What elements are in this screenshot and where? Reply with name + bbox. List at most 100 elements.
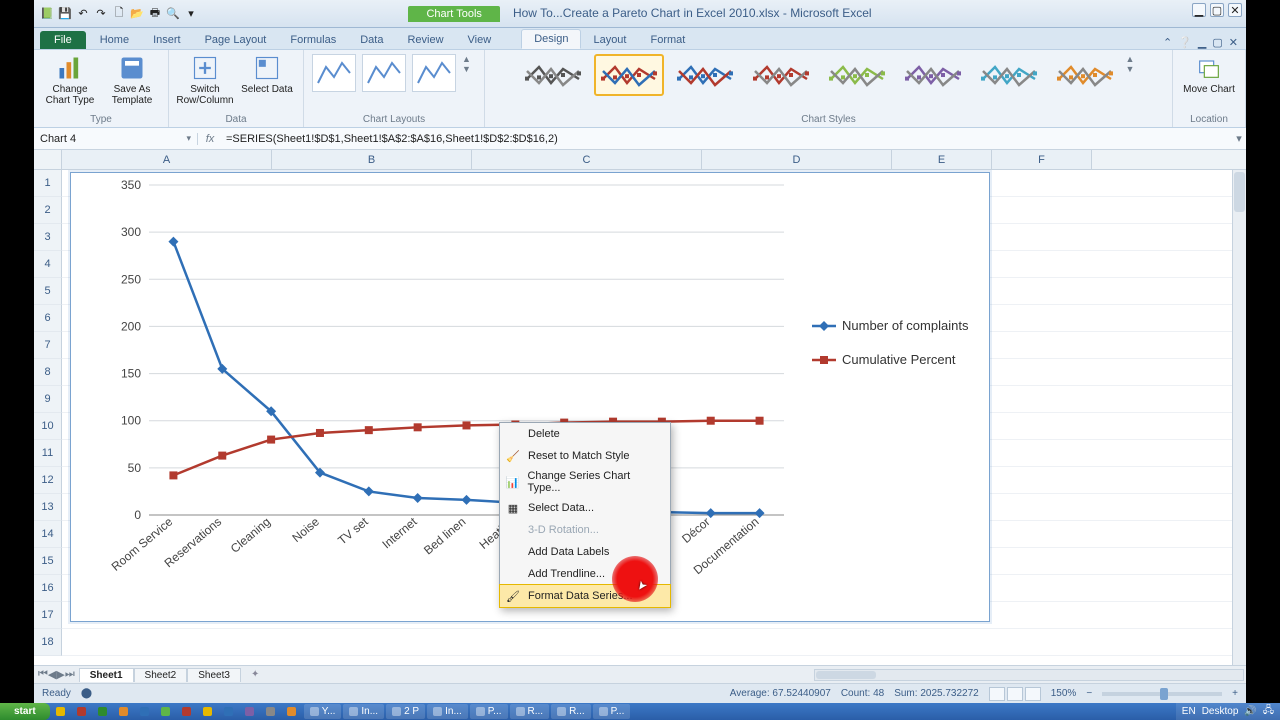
taskbar-app-button[interactable]: R...	[551, 704, 591, 719]
tab-insert[interactable]: Insert	[141, 31, 193, 49]
save-as-template-button[interactable]: Save As Template	[104, 54, 160, 106]
row-header[interactable]: 17	[34, 602, 62, 629]
zoom-level[interactable]: 150%	[1051, 688, 1077, 699]
column-header-c[interactable]: C	[472, 150, 702, 169]
tab-home[interactable]: Home	[88, 31, 141, 49]
row-header[interactable]: 8	[34, 359, 62, 386]
taskbar-app-button[interactable]: In...	[427, 704, 468, 719]
menu-add-data-labels[interactable]: Add Data Labels	[500, 541, 670, 563]
column-header-f[interactable]: F	[992, 150, 1092, 169]
name-box[interactable]: Chart 4 ▾	[34, 133, 198, 145]
taskbar-app-button[interactable]: P...	[470, 704, 508, 719]
formula-expand-icon[interactable]: ▾	[1232, 132, 1246, 145]
minimize-icon[interactable]: ▁	[1192, 3, 1206, 17]
tray-lang[interactable]: EN	[1182, 706, 1196, 717]
window-controls-max-icon[interactable]: ▢	[1212, 36, 1222, 49]
name-box-dropdown-icon[interactable]: ▾	[186, 133, 191, 144]
column-header-d[interactable]: D	[702, 150, 892, 169]
quicklaunch-item[interactable]	[71, 704, 92, 719]
row-header[interactable]: 15	[34, 548, 62, 575]
chart-style-option[interactable]	[670, 54, 740, 96]
row-header[interactable]: 7	[34, 332, 62, 359]
row-header[interactable]: 3	[34, 224, 62, 251]
sheet-nav-prev-icon[interactable]: ◀	[48, 668, 56, 681]
chart-layout-option[interactable]	[412, 54, 456, 92]
chart-style-option[interactable]	[746, 54, 816, 96]
tray-desktop[interactable]: Desktop	[1202, 706, 1239, 717]
restore-icon[interactable]: ▢	[1210, 3, 1224, 17]
tray-network-icon[interactable]: 🖧	[1263, 703, 1274, 720]
chart-style-option[interactable]	[518, 54, 588, 96]
column-header-a[interactable]: A	[62, 150, 272, 169]
sheet-nav-last-icon[interactable]: ⏭	[65, 668, 75, 681]
chart-style-option[interactable]	[898, 54, 968, 96]
row-header[interactable]: 6	[34, 305, 62, 332]
chart-style-option[interactable]	[822, 54, 892, 96]
tab-design[interactable]: Design	[521, 29, 581, 49]
sheet-nav-next-icon[interactable]: ▶	[56, 668, 64, 681]
taskbar-app-button[interactable]: P...	[593, 704, 631, 719]
sheet-tab-sheet1[interactable]: Sheet1	[79, 668, 134, 682]
row-header[interactable]: 11	[34, 440, 62, 467]
quicklaunch-item[interactable]	[92, 704, 113, 719]
formula-input[interactable]: =SERIES(Sheet1!$D$1,Sheet1!$A$2:$A$16,Sh…	[222, 133, 1232, 145]
chart-style-option[interactable]	[974, 54, 1044, 96]
fx-icon[interactable]: fx	[198, 133, 222, 145]
quicklaunch-item[interactable]	[239, 704, 260, 719]
row-header[interactable]: 13	[34, 494, 62, 521]
quicklaunch-item[interactable]	[281, 704, 302, 719]
quicklaunch-item[interactable]	[260, 704, 281, 719]
row-header[interactable]: 10	[34, 413, 62, 440]
quicklaunch-item[interactable]	[218, 704, 239, 719]
chart-layout-option[interactable]	[362, 54, 406, 92]
chart-object[interactable]: 050100150200250300350Room ServiceReserva…	[70, 172, 990, 622]
close-icon[interactable]: ✕	[1228, 3, 1242, 17]
tab-file[interactable]: File	[40, 31, 86, 49]
tray-volume-icon[interactable]: 🔊	[1244, 706, 1256, 717]
tab-review[interactable]: Review	[395, 31, 455, 49]
row-header[interactable]: 1	[34, 170, 62, 197]
view-page-layout-icon[interactable]	[1007, 687, 1023, 701]
column-header-b[interactable]: B	[272, 150, 472, 169]
tab-page-layout[interactable]: Page Layout	[193, 31, 279, 49]
select-all-corner[interactable]	[34, 150, 62, 169]
start-button[interactable]: start	[0, 703, 50, 720]
quicklaunch-item[interactable]	[50, 704, 71, 719]
taskbar-app-button[interactable]: In...	[343, 704, 384, 719]
tab-view[interactable]: View	[456, 31, 504, 49]
chart-layouts-more-icon[interactable]: ▲▼	[462, 54, 476, 74]
window-controls-close-icon[interactable]: ✕	[1229, 36, 1238, 49]
chart-style-option[interactable]	[1050, 54, 1120, 96]
quicklaunch-item[interactable]	[176, 704, 197, 719]
row-header[interactable]: 4	[34, 251, 62, 278]
tab-layout[interactable]: Layout	[581, 31, 638, 49]
row-header[interactable]: 5	[34, 278, 62, 305]
move-chart-button[interactable]: Move Chart	[1181, 54, 1237, 95]
row-header[interactable]: 16	[34, 575, 62, 602]
help-icon[interactable]: ❔	[1178, 36, 1192, 49]
tab-formulas[interactable]: Formulas	[278, 31, 348, 49]
minimize-ribbon-icon[interactable]: ⌃	[1163, 36, 1172, 49]
row-header[interactable]: 18	[34, 629, 62, 656]
quicklaunch-item[interactable]	[197, 704, 218, 719]
macro-record-icon[interactable]: ⬤	[81, 688, 92, 699]
column-header-e[interactable]: E	[892, 150, 992, 169]
switch-row-column-button[interactable]: Switch Row/Column	[177, 54, 233, 106]
window-controls-min-icon[interactable]: ▁	[1198, 36, 1206, 49]
quicklaunch-item[interactable]	[155, 704, 176, 719]
change-chart-type-button[interactable]: Change Chart Type	[42, 54, 98, 106]
chart-styles-more-icon[interactable]: ▲▼	[1126, 54, 1140, 74]
row-header[interactable]: 12	[34, 467, 62, 494]
taskbar-app-button[interactable]: R...	[510, 704, 550, 719]
row-header[interactable]: 14	[34, 521, 62, 548]
sheet-tab-sheet3[interactable]: Sheet3	[187, 668, 241, 682]
row-header[interactable]: 9	[34, 386, 62, 413]
view-normal-icon[interactable]	[989, 687, 1005, 701]
select-data-button[interactable]: Select Data	[239, 54, 295, 95]
taskbar-app-button[interactable]: 2 P	[386, 704, 425, 719]
menu-reset-to-match-style[interactable]: 🧹Reset to Match Style	[500, 445, 670, 467]
zoom-in-icon[interactable]: +	[1232, 688, 1238, 699]
sheet-nav-first-icon[interactable]: ⏮	[38, 668, 48, 681]
vertical-scrollbar[interactable]	[1232, 170, 1246, 665]
view-page-break-icon[interactable]	[1025, 687, 1041, 701]
